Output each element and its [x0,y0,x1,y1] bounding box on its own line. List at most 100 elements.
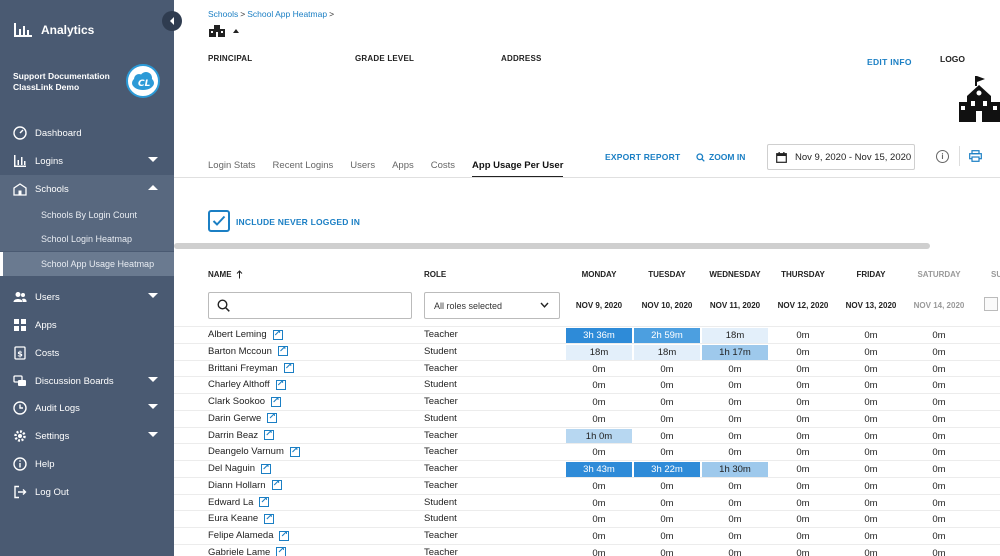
name-column-header[interactable]: NAME [208,270,243,279]
usage-cell[interactable]: 0m [770,345,836,360]
horizontal-scrollbar[interactable] [174,243,930,249]
nav-log-out[interactable]: Log Out [0,478,174,506]
usage-cell[interactable]: 0m [770,412,836,427]
usage-cell[interactable]: 0m [634,412,700,427]
usage-cell[interactable]: 0m [770,462,836,477]
usage-cell[interactable]: 0m [770,429,836,444]
usage-cell[interactable]: 0m [702,429,768,444]
usage-cell[interactable]: 0m [702,378,768,393]
usage-cell[interactable]: 3h 22m [634,462,700,477]
usage-cell[interactable]: 0m [770,378,836,393]
usage-cell[interactable]: 0m [906,445,972,460]
usage-cell[interactable]: 0m [702,362,768,377]
name-search-input[interactable] [208,292,412,319]
usage-cell[interactable]: 2h 59m [634,328,700,343]
usage-cell[interactable]: 0m [906,429,972,444]
usage-cell[interactable]: 0m [906,328,972,343]
print-icon[interactable] [969,150,982,162]
usage-cell[interactable]: 0m [906,395,972,410]
usage-cell[interactable]: 0m [906,496,972,511]
external-link-icon[interactable] [276,545,287,556]
usage-cell[interactable]: 0m [770,546,836,556]
external-link-icon[interactable] [275,378,286,390]
usage-cell[interactable]: 0m [838,429,904,444]
usage-cell[interactable]: 0m [566,412,632,427]
usage-cell[interactable]: 18m [634,344,700,360]
nav-help[interactable]: Help [0,450,174,478]
usage-cell[interactable]: 0m [702,529,768,544]
edit-info-link[interactable]: EDIT INFO [867,57,912,67]
usage-cell[interactable]: 3h 43m [566,462,632,477]
usage-cell[interactable]: 18m [566,344,632,360]
usage-cell[interactable]: 0m [702,512,768,527]
external-link-icon[interactable] [271,478,282,491]
usage-cell[interactable]: 0m [566,395,632,410]
nav-logins[interactable]: Logins [0,147,174,175]
usage-cell[interactable]: 0m [906,479,972,494]
external-link-icon[interactable] [279,529,290,541]
usage-cell[interactable]: 0m [838,546,904,556]
include-never-logged-in-checkbox[interactable] [208,210,230,232]
usage-cell[interactable]: 0m [906,546,972,556]
usage-cell[interactable]: 0m [906,412,972,427]
usage-cell[interactable]: 0m [702,546,768,556]
usage-cell[interactable]: 0m [566,546,632,556]
usage-cell[interactable]: 0m [566,496,632,511]
usage-cell[interactable]: 0m [770,479,836,494]
external-link-icon[interactable] [261,462,271,474]
usage-cell[interactable]: 0m [838,328,904,343]
usage-cell[interactable]: 0m [770,529,836,544]
role-filter-select[interactable]: All roles selected [424,292,560,319]
usage-cell[interactable]: 0m [634,378,700,393]
collapse-sidebar-button[interactable] [162,11,182,31]
nav-costs[interactable]: $ Costs [0,339,174,367]
external-link-icon[interactable] [271,395,282,407]
external-link-icon[interactable] [267,411,278,424]
usage-cell[interactable]: 0m [566,445,632,460]
usage-cell[interactable]: 0m [702,395,768,410]
usage-cell[interactable]: 1h 0m [566,428,632,444]
usage-cell[interactable]: 0m [634,496,700,511]
usage-cell[interactable]: 0m [770,328,836,343]
usage-cell[interactable]: 0m [566,512,632,527]
nav-dashboard[interactable]: Dashboard [0,119,174,147]
usage-cell[interactable]: 0m [702,412,768,427]
info-button[interactable]: i [936,150,949,163]
usage-cell[interactable]: 0m [838,395,904,410]
usage-cell[interactable]: 0m [906,362,972,377]
external-link-icon[interactable] [283,361,294,373]
usage-cell[interactable]: 0m [702,479,768,494]
usage-cell[interactable]: 18m [702,328,768,343]
sub-school-app-usage-heatmap[interactable]: School App Usage Heatmap [0,252,174,276]
nav-discussion-boards[interactable]: Discussion Boards [0,367,174,395]
usage-cell[interactable]: 0m [634,362,700,377]
external-link-icon[interactable] [259,495,270,507]
usage-cell[interactable]: 0m [634,445,700,460]
usage-cell[interactable]: 0m [634,529,700,544]
usage-cell[interactable]: 0m [566,362,632,377]
usage-cell[interactable]: 0m [634,395,700,410]
nav-users[interactable]: Users [0,283,174,311]
usage-cell[interactable]: 1h 17m [702,344,768,360]
usage-cell[interactable]: 0m [702,496,768,511]
external-link-icon[interactable] [264,428,275,440]
usage-cell[interactable]: 0m [906,462,972,477]
usage-cell[interactable]: 0m [770,496,836,511]
external-link-icon[interactable] [264,512,275,524]
include-never-logged-in-label[interactable]: INCLUDE NEVER LOGGED IN [236,217,360,227]
external-link-icon[interactable] [272,328,283,340]
usage-cell[interactable]: 0m [906,512,972,527]
usage-cell[interactable]: 0m [838,479,904,494]
tab-app-usage-per-user[interactable]: App Usage Per User [472,160,564,178]
usage-cell[interactable]: 0m [906,345,972,360]
usage-cell[interactable]: 0m [906,378,972,393]
usage-cell[interactable]: 0m [770,445,836,460]
usage-cell[interactable]: 0m [838,412,904,427]
external-link-icon[interactable] [289,445,300,457]
usage-cell[interactable]: 0m [838,362,904,377]
usage-cell[interactable]: 0m [838,496,904,511]
usage-cell[interactable]: 0m [838,378,904,393]
usage-cell[interactable]: 0m [838,529,904,544]
usage-cell[interactable]: 0m [838,445,904,460]
usage-cell[interactable]: 0m [770,395,836,410]
